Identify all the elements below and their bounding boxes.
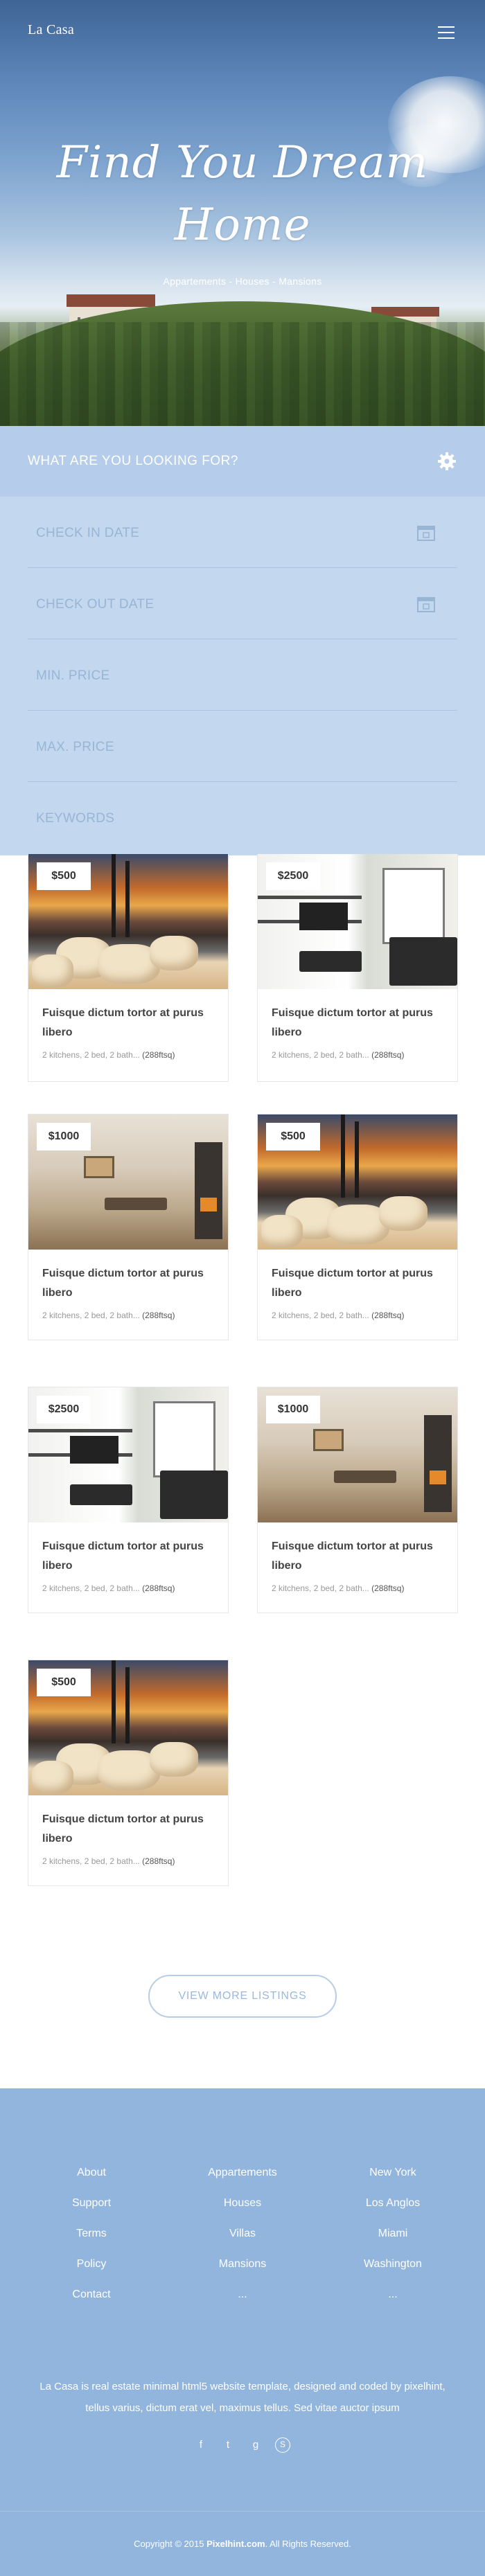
check-out-date-field[interactable]: CHECK OUT DATE	[28, 568, 457, 639]
listing-area: (288ftsq)	[142, 1856, 175, 1866]
listing-card[interactable]: $1000 Fuisque dictum tortor at purus lib…	[257, 1387, 458, 1613]
calendar-icon[interactable]	[417, 596, 435, 612]
footer-link-los-anglos[interactable]: Los Anglos	[324, 2188, 462, 2219]
search-panel: WHAT ARE YOU LOOKING FOR? CHECK IN DATE	[0, 426, 485, 855]
listing-title[interactable]: Fuisque dictum tortor at purus libero	[42, 1537, 215, 1576]
listing-meta: 2 kitchens, 2 bed, 2 bath... (288ftsq)	[42, 1311, 222, 1320]
max-price-placeholder: MAX. PRICE	[36, 740, 114, 754]
site-footer: About Support Terms Policy Contact Appar…	[0, 2088, 485, 2576]
price-tag: $1000	[37, 1123, 91, 1151]
facebook-icon[interactable]: f	[193, 2436, 209, 2454]
price-tag: $1000	[266, 1396, 320, 1423]
footer-link-houses[interactable]: Houses	[173, 2188, 312, 2219]
listing-area: (288ftsq)	[371, 1050, 405, 1060]
twitter-icon[interactable]: t	[220, 2436, 236, 2454]
listing-area: (288ftsq)	[142, 1311, 175, 1320]
hamburger-menu-icon[interactable]	[438, 26, 455, 39]
listing-card[interactable]: $500 Fuisque dictum tortor at purus libe…	[257, 1114, 458, 1340]
top-navbar: La Casa	[0, 0, 485, 62]
calendar-icon[interactable]	[417, 524, 435, 541]
search-heading: WHAT ARE YOU LOOKING FOR?	[28, 454, 238, 468]
price-tag: $500	[37, 1669, 91, 1696]
copyright-suffix: . All Rights Reserved.	[265, 2539, 351, 2549]
copyright: Copyright © 2015 Pixelhint.com. All Righ…	[0, 2539, 485, 2549]
footer-link-terms[interactable]: Terms	[22, 2219, 161, 2249]
footer-link-washington[interactable]: Washington	[324, 2249, 462, 2280]
footer-description: La Casa is real estate minimal html5 web…	[39, 2381, 446, 2414]
footer-link-appartements[interactable]: Appartements	[173, 2158, 312, 2188]
listing-area: (288ftsq)	[371, 1311, 405, 1320]
check-in-date-field[interactable]: CHECK IN DATE	[28, 497, 457, 568]
listing-features: 2 kitchens, 2 bed, 2 bath...	[42, 1583, 140, 1593]
footer-link-support[interactable]: Support	[22, 2188, 161, 2219]
footer-link-about[interactable]: About	[22, 2158, 161, 2188]
hero-banner: La Casa Find You Dream Home Appartements…	[0, 0, 485, 426]
footer-link-more-types[interactable]: ...	[173, 2280, 312, 2310]
copyright-prefix: Copyright © 2015	[134, 2539, 207, 2549]
keywords-field[interactable]: KEYWORDS	[28, 782, 457, 853]
copyright-brand-link[interactable]: Pixelhint.com	[206, 2539, 265, 2549]
listing-area: (288ftsq)	[142, 1050, 175, 1060]
listing-features: 2 kitchens, 2 bed, 2 bath...	[42, 1311, 140, 1320]
listing-title[interactable]: Fuisque dictum tortor at purus libero	[42, 1810, 215, 1849]
price-tag: $500	[266, 1123, 320, 1151]
listing-area: (288ftsq)	[371, 1583, 405, 1593]
listing-title[interactable]: Fuisque dictum tortor at purus libero	[42, 1004, 215, 1042]
search-panel-header[interactable]: WHAT ARE YOU LOOKING FOR?	[0, 426, 485, 497]
footer-column-cities: New York Los Anglos Miami Washington ...	[324, 2158, 462, 2310]
footer-link-villas[interactable]: Villas	[173, 2219, 312, 2249]
price-tag: $500	[37, 862, 91, 890]
listing-title[interactable]: Fuisque dictum tortor at purus libero	[272, 1537, 445, 1576]
listing-features: 2 kitchens, 2 bed, 2 bath...	[272, 1583, 369, 1593]
listing-meta: 2 kitchens, 2 bed, 2 bath... (288ftsq)	[42, 1583, 222, 1593]
footer-link-miami[interactable]: Miami	[324, 2219, 462, 2249]
listing-features: 2 kitchens, 2 bed, 2 bath...	[42, 1856, 140, 1866]
google-plus-icon[interactable]: g	[247, 2436, 264, 2454]
listing-title[interactable]: Fuisque dictum tortor at purus libero	[272, 1004, 445, 1042]
min-price-field[interactable]: MIN. PRICE	[28, 639, 457, 711]
footer-column-types: Appartements Houses Villas Mansions ...	[173, 2158, 312, 2310]
listing-title[interactable]: Fuisque dictum tortor at purus libero	[272, 1264, 445, 1303]
footer-divider	[0, 2511, 485, 2512]
hero-title-line2: Home	[174, 199, 311, 251]
skype-icon[interactable]: S	[275, 2437, 290, 2453]
listing-title[interactable]: Fuisque dictum tortor at purus libero	[42, 1264, 215, 1303]
listing-meta: 2 kitchens, 2 bed, 2 bath... (288ftsq)	[272, 1311, 452, 1320]
check-out-date-placeholder: CHECK OUT DATE	[36, 597, 155, 612]
listing-meta: 2 kitchens, 2 bed, 2 bath... (288ftsq)	[42, 1050, 222, 1060]
footer-link-policy[interactable]: Policy	[22, 2249, 161, 2280]
footer-link-mansions[interactable]: Mansions	[173, 2249, 312, 2280]
listing-meta: 2 kitchens, 2 bed, 2 bath... (288ftsq)	[272, 1050, 452, 1060]
footer-link-more-cities[interactable]: ...	[324, 2280, 462, 2310]
gear-icon[interactable]	[436, 451, 457, 472]
listing-features: 2 kitchens, 2 bed, 2 bath...	[42, 1050, 140, 1060]
price-tag: $2500	[266, 862, 320, 890]
listing-features: 2 kitchens, 2 bed, 2 bath...	[272, 1050, 369, 1060]
footer-link-contact[interactable]: Contact	[22, 2280, 161, 2310]
keywords-placeholder: KEYWORDS	[36, 811, 115, 826]
brand-logo[interactable]: La Casa	[28, 22, 74, 38]
listing-meta: 2 kitchens, 2 bed, 2 bath... (288ftsq)	[42, 1856, 222, 1866]
listing-card[interactable]: $2500 Fuisque dictum tortor at purus lib…	[257, 854, 458, 1082]
listing-features: 2 kitchens, 2 bed, 2 bath...	[272, 1311, 369, 1320]
listing-card[interactable]: $2500 Fuisque dictum tortor at purus lib…	[28, 1387, 229, 1613]
listing-card[interactable]: $500 Fuisque dictum tortor at purus libe…	[28, 854, 229, 1082]
hero-subtitle: Appartements - Houses - Mansions	[163, 276, 322, 287]
listing-area: (288ftsq)	[142, 1583, 175, 1593]
listing-card[interactable]: $500 Fuisque dictum tortor at purus libe…	[28, 1660, 229, 1886]
footer-link-new-york[interactable]: New York	[324, 2158, 462, 2188]
max-price-field[interactable]: MAX. PRICE	[28, 711, 457, 782]
min-price-placeholder: MIN. PRICE	[36, 668, 110, 683]
hero-title: Find You Dream Home	[0, 132, 485, 256]
check-in-date-placeholder: CHECK IN DATE	[36, 526, 140, 540]
hero-title-line1: Find You Dream	[56, 137, 429, 188]
view-more-listings-button[interactable]: VIEW MORE LISTINGS	[148, 1975, 337, 2018]
listing-meta: 2 kitchens, 2 bed, 2 bath... (288ftsq)	[272, 1583, 452, 1593]
listing-card[interactable]: $1000 Fuisque dictum tortor at purus lib…	[28, 1114, 229, 1340]
price-tag: $2500	[37, 1396, 91, 1423]
footer-column-pages: About Support Terms Policy Contact	[22, 2158, 161, 2310]
